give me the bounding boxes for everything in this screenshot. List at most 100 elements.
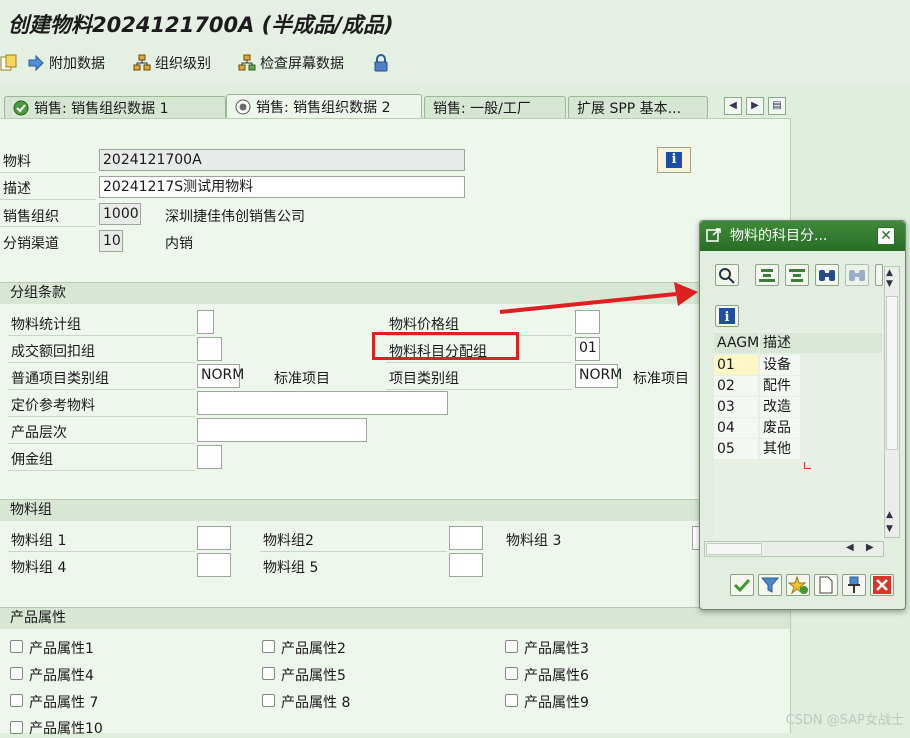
sales-org-label: 销售组织	[3, 209, 59, 225]
gear-icon	[235, 99, 251, 115]
lock-button[interactable]	[372, 52, 390, 74]
material-group-5-label: 物料组 5	[263, 560, 319, 576]
product-attribute-6-label: 产品属性6	[524, 668, 589, 684]
window-icon	[706, 228, 721, 242]
svg-text:i: i	[725, 310, 730, 325]
scroll-right-icon[interactable]: ▶	[866, 542, 874, 553]
product-attribute-5-checkbox[interactable]	[262, 667, 275, 680]
table-row-desc[interactable]: 设备	[760, 355, 800, 375]
scroll-up-icon[interactable]: ▲	[886, 268, 893, 278]
dist-channel-field[interactable]: 10	[99, 230, 123, 252]
item-category-group-label: 项目类别组	[389, 371, 459, 387]
tab-list-button[interactable]: ▤	[768, 97, 786, 115]
product-attribute-7-checkbox[interactable]	[10, 694, 23, 707]
filter-icon	[760, 577, 780, 593]
material-field[interactable]: 2024121700A	[99, 149, 465, 171]
popup-hscroll-thumb[interactable]	[706, 543, 762, 555]
product-attribute-1-checkbox[interactable]	[10, 640, 23, 653]
product-attribute-10-checkbox[interactable]	[10, 721, 23, 734]
table-row-code[interactable]: 05	[714, 439, 758, 459]
material-statistics-group-field[interactable]	[197, 310, 214, 334]
product-attribute-9-label: 产品属性9	[524, 695, 589, 711]
material-group-1-field[interactable]	[197, 526, 231, 550]
org-levels-label: 组织级别	[155, 56, 211, 72]
table-row-code[interactable]: 02	[714, 376, 758, 396]
product-attribute-8-label: 产品属性 8	[281, 695, 351, 711]
tab-extended-spp-basic[interactable]: 扩展 SPP 基本...	[568, 96, 708, 118]
commission-group-field[interactable]	[197, 445, 222, 469]
material-group-2-field[interactable]	[449, 526, 483, 550]
popup-sort-desc-button[interactable]	[785, 264, 809, 286]
material-group-5-field[interactable]	[449, 553, 483, 577]
popup-toolbar-more[interactable]	[875, 264, 883, 286]
document-icon	[819, 576, 833, 594]
row-divider	[0, 226, 96, 227]
description-field[interactable]: 20241217S测试用物料	[99, 176, 465, 198]
table-row-desc[interactable]: 配件	[760, 376, 800, 396]
product-attribute-6-checkbox[interactable]	[505, 667, 518, 680]
pricing-reference-material-field[interactable]	[197, 391, 448, 415]
material-group-2-label: 物料组2	[263, 533, 314, 549]
tab-sales-general-plant[interactable]: 销售: 一般/工厂	[424, 96, 566, 118]
check-screen-data-button[interactable]: 检查屏幕数据	[238, 52, 344, 74]
popup-title-bar[interactable]: 物料的科目分...	[700, 221, 905, 251]
popup-confirm-button[interactable]	[730, 574, 754, 596]
popup-search-button[interactable]	[815, 264, 839, 286]
product-attribute-2-checkbox[interactable]	[262, 640, 275, 653]
popup-info-button[interactable]: i	[715, 305, 739, 327]
sales-org-field[interactable]: 1000	[99, 203, 141, 225]
scroll-down-icon[interactable]: ▼	[886, 279, 893, 289]
product-attribute-3-checkbox[interactable]	[505, 640, 518, 653]
product-hierarchy-field[interactable]	[197, 418, 367, 442]
tab-sales-org-data-1[interactable]: 销售: 销售组织数据 1	[4, 96, 226, 118]
popup-search-next-button[interactable]	[845, 264, 869, 286]
product-attribute-4-checkbox[interactable]	[10, 667, 23, 680]
commission-group-label: 佣金组	[11, 452, 53, 468]
material-group-4-field[interactable]	[197, 553, 231, 577]
table-row-desc[interactable]: 废品	[760, 418, 800, 438]
row-divider	[8, 551, 195, 552]
table-row-code[interactable]: 03	[714, 397, 758, 417]
account-assignment-group-field[interactable]: 01	[575, 337, 600, 361]
popup-pin-button[interactable]	[842, 574, 866, 596]
volume-rebate-group-field[interactable]	[197, 337, 222, 361]
create-icon-button[interactable]	[0, 52, 18, 74]
tab-sales-org-data-2[interactable]: 销售: 销售组织数据 2	[226, 94, 422, 119]
scroll-up-icon[interactable]: ▲	[886, 510, 893, 520]
row-divider	[386, 362, 572, 363]
tab-scroll-right-button[interactable]: ▶	[746, 97, 764, 115]
popup-scroll-thumb[interactable]	[886, 296, 898, 450]
tab-scroll-left-button[interactable]: ◀	[724, 97, 742, 115]
column-header-description[interactable]: 描述	[760, 333, 882, 353]
popup-new-entry-button[interactable]	[786, 574, 810, 596]
item-category-group-field[interactable]: NORM	[575, 364, 622, 388]
watermark: CSDN @SAP女战士	[785, 713, 904, 728]
popup-filter-button[interactable]	[758, 574, 782, 596]
product-attribute-8-checkbox[interactable]	[262, 694, 275, 707]
popup-cancel-button[interactable]	[870, 574, 894, 596]
info-icon: i	[719, 308, 735, 325]
table-row-desc[interactable]: 其他	[760, 439, 800, 459]
check-screen-data-label: 检查屏幕数据	[260, 56, 344, 72]
row-divider	[0, 199, 96, 200]
table-row-desc[interactable]: 改造	[760, 397, 800, 417]
table-row-code[interactable]: 04	[714, 418, 758, 438]
material-statistics-group-label: 物料统计组	[11, 317, 81, 333]
general-item-category-group-field[interactable]: NORM	[197, 364, 244, 388]
org-levels-button[interactable]: 组织级别	[133, 52, 211, 74]
popup-find-button[interactable]	[715, 264, 739, 286]
product-attribute-9-checkbox[interactable]	[505, 694, 518, 707]
product-attribute-5-label: 产品属性5	[281, 668, 346, 684]
popup-document-button[interactable]	[814, 574, 838, 596]
scroll-down-icon[interactable]: ▼	[886, 524, 893, 534]
popup-sort-asc-button[interactable]	[755, 264, 779, 286]
highlight-box	[372, 332, 519, 360]
popup-close-button[interactable]: ✕	[877, 227, 895, 245]
table-row-code[interactable]: 01	[714, 355, 758, 375]
info-button[interactable]: i	[657, 147, 691, 173]
column-header-aagm[interactable]: AAGM	[714, 333, 759, 353]
row-divider	[8, 470, 195, 471]
product-attribute-7-label: 产品属性 7	[29, 695, 99, 711]
additional-data-button[interactable]: 附加数据	[27, 52, 105, 74]
scroll-left-icon[interactable]: ◀	[846, 542, 854, 553]
